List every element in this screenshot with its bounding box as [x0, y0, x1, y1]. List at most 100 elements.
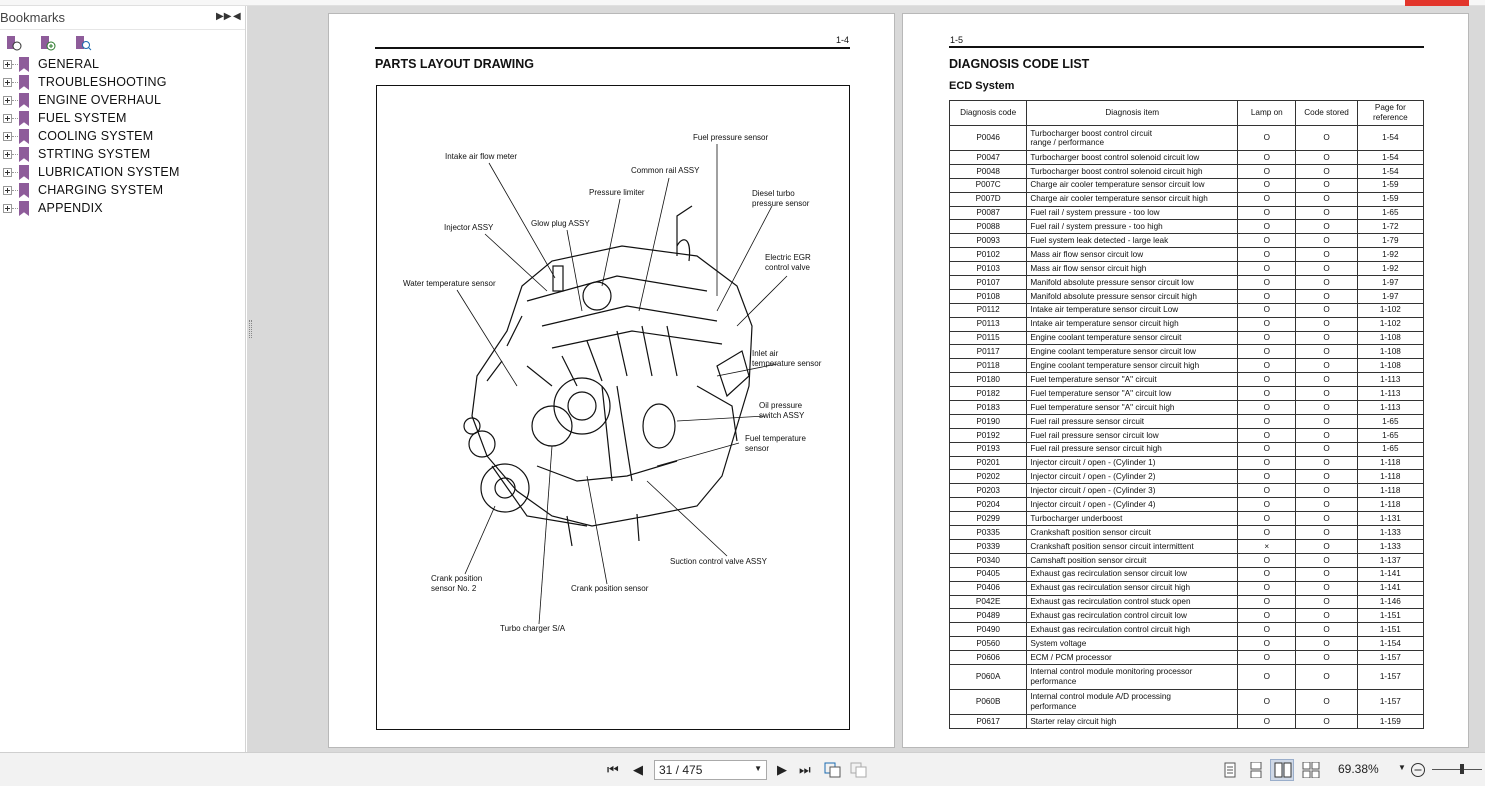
column-header: Lamp on [1237, 100, 1297, 126]
last-page-icon[interactable]: ⏭ [799, 762, 811, 778]
table-row: P0108 Manifold absolute pressure sensor c… [948, 288, 1425, 304]
zoom-slider-handle[interactable] [1460, 764, 1464, 774]
expand-toggle-icon[interactable] [3, 114, 12, 123]
diagnosis-item-cell: Fuel rail / system pressure - too high [1026, 219, 1239, 235]
table-row: P0204 Injector circuit / open - (Cylinder… [948, 497, 1425, 513]
code-stored-cell: O [1295, 191, 1358, 207]
callout-inlet-air-temperature-sensor: Inlet air temperature sensor [752, 349, 822, 368]
bookmark-item[interactable]: TROUBLESHOOTING [0, 74, 245, 92]
next-view-icon[interactable] [850, 762, 868, 778]
first-page-icon[interactable]: ⏮ [607, 762, 619, 778]
bookmark-icon [19, 75, 29, 90]
code-stored-cell: O [1295, 205, 1358, 221]
table-row: P0093 Fuel system leak detected - large l… [948, 233, 1425, 249]
lamp-on-cell: O [1237, 247, 1297, 263]
zoom-level[interactable]: 69.38% [1338, 762, 1379, 776]
table-row: P042E Exhaust gas recirculation control s… [948, 594, 1425, 610]
code-stored-cell: O [1295, 650, 1358, 665]
bookmark-label: GENERAL [38, 57, 100, 71]
code-stored-cell: O [1295, 594, 1358, 610]
bookmark-label: CHARGING SYSTEM [38, 183, 164, 197]
panel-collapse-icon[interactable]: ◀ [233, 11, 241, 22]
diagnosis-item-cell: Fuel rail pressure sensor circuit low [1026, 427, 1239, 443]
diagnosis-item-cell: Turbocharger boost control circuit range… [1026, 125, 1239, 151]
expand-toggle-icon[interactable] [3, 132, 12, 141]
bookmark-item[interactable]: ENGINE OVERHAUL [0, 92, 245, 110]
two-page-continuous-icon[interactable] [1302, 762, 1320, 778]
bookmark-item[interactable]: FUEL SYSTEM [0, 110, 245, 128]
previous-page-icon[interactable]: ◀ [633, 762, 643, 778]
bookmark-item[interactable]: STRTING SYSTEM [0, 146, 245, 164]
lamp-on-cell: O [1237, 469, 1297, 485]
diagnosis-code-cell: P0087 [948, 205, 1028, 221]
expand-toggle-icon[interactable] [3, 168, 12, 177]
diagnosis-code-cell: P0203 [948, 483, 1028, 499]
table-row: P0299 Turbocharger underboost O O 1-131 [948, 511, 1425, 527]
expand-toggle-icon[interactable] [3, 150, 12, 159]
section-subtitle: ECD System [949, 80, 1015, 92]
table-row: P0340 Camshaft position sensor circuit O O 1… [948, 552, 1425, 568]
zoom-slider[interactable] [1432, 769, 1482, 770]
lamp-on-cell: O [1237, 372, 1297, 388]
single-page-icon[interactable] [1222, 762, 1238, 778]
bookmark-label: COOLING SYSTEM [38, 129, 154, 143]
diagnosis-item-cell: Injector circuit / open - (Cylinder 2) [1026, 469, 1239, 485]
continuous-page-icon[interactable] [1248, 762, 1264, 778]
diagnosis-code-cell: P0490 [948, 622, 1028, 638]
chevron-down-icon[interactable]: ▼ [754, 764, 762, 773]
diagnosis-code-cell: P0192 [948, 427, 1028, 443]
lamp-on-cell: O [1237, 650, 1297, 665]
bookmark-item[interactable]: LUBRICATION SYSTEM [0, 164, 245, 182]
expand-toggle-icon[interactable] [3, 60, 12, 69]
next-page-icon[interactable]: ▶ [777, 762, 787, 778]
find-bookmark-icon[interactable] [74, 34, 92, 52]
two-page-view-button[interactable] [1270, 759, 1294, 781]
bookmark-item[interactable]: GENERAL [0, 56, 245, 74]
diagnosis-item-cell: Fuel rail pressure sensor circuit high [1026, 441, 1239, 457]
bookmark-item[interactable]: APPENDIX [0, 200, 245, 218]
page-title: DIAGNOSIS CODE LIST [949, 57, 1090, 71]
code-stored-cell: O [1295, 275, 1358, 290]
diagnosis-item-cell: Injector circuit / open - (Cylinder 4) [1026, 497, 1239, 513]
add-bookmark-icon[interactable] [39, 34, 57, 52]
panel-splitter[interactable] [249, 320, 252, 338]
zoom-dropdown-icon[interactable]: ▼ [1398, 763, 1406, 772]
lamp-on-cell: O [1237, 288, 1297, 304]
code-stored-cell: O [1295, 622, 1358, 638]
code-stored-cell: O [1295, 233, 1358, 249]
expand-toggle-icon[interactable] [3, 186, 12, 195]
diagnosis-item-cell: Charge air cooler temperature sensor cir… [1026, 191, 1239, 207]
bookmark-item[interactable]: COOLING SYSTEM [0, 128, 245, 146]
page-reference-cell: 1-131 [1356, 511, 1425, 527]
diagnosis-item-cell: Charge air cooler temperature sensor cir… [1026, 177, 1239, 193]
diagnosis-code-cell: P060B [948, 688, 1028, 715]
tree-connector [12, 154, 18, 155]
table-row: P060B Internal control module A/D process… [948, 688, 1425, 715]
diagnosis-item-cell: Exhaust gas recirculation control circui… [1026, 622, 1239, 638]
callout-injector-assy: Injector ASSY [444, 223, 494, 232]
bookmark-icon [19, 165, 29, 180]
previous-view-icon[interactable] [824, 762, 842, 778]
table-row: P0489 Exhaust gas recirculation control c… [948, 608, 1425, 624]
zoom-out-icon[interactable] [1410, 762, 1426, 778]
page-reference-cell: 1-79 [1356, 233, 1425, 249]
bookmark-options-icon[interactable] [5, 34, 23, 52]
lamp-on-cell: O [1237, 622, 1297, 638]
code-stored-cell: O [1295, 552, 1358, 568]
panel-expand-icon[interactable]: ▶▶ [216, 11, 231, 22]
lamp-on-cell: O [1237, 441, 1297, 457]
lamp-on-cell: O [1237, 688, 1297, 715]
expand-toggle-icon[interactable] [3, 96, 12, 105]
code-stored-cell: O [1295, 247, 1358, 263]
page-left: 1-4 PARTS LAYOUT DRAWING Fuel pressure s… [328, 13, 895, 748]
lamp-on-cell: O [1237, 344, 1297, 360]
expand-toggle-icon[interactable] [3, 78, 12, 87]
page-reference-cell: 1-151 [1356, 608, 1425, 624]
expand-toggle-icon[interactable] [3, 204, 12, 213]
table-row: P007C Charge air cooler temperature senso… [948, 177, 1425, 193]
code-stored-cell: O [1295, 400, 1358, 415]
diagnosis-code-cell: P0047 [948, 150, 1028, 165]
bookmark-item[interactable]: CHARGING SYSTEM [0, 182, 245, 200]
code-stored-cell: O [1295, 566, 1358, 582]
page-number-input[interactable]: 31 / 475 ▼ [654, 760, 767, 780]
